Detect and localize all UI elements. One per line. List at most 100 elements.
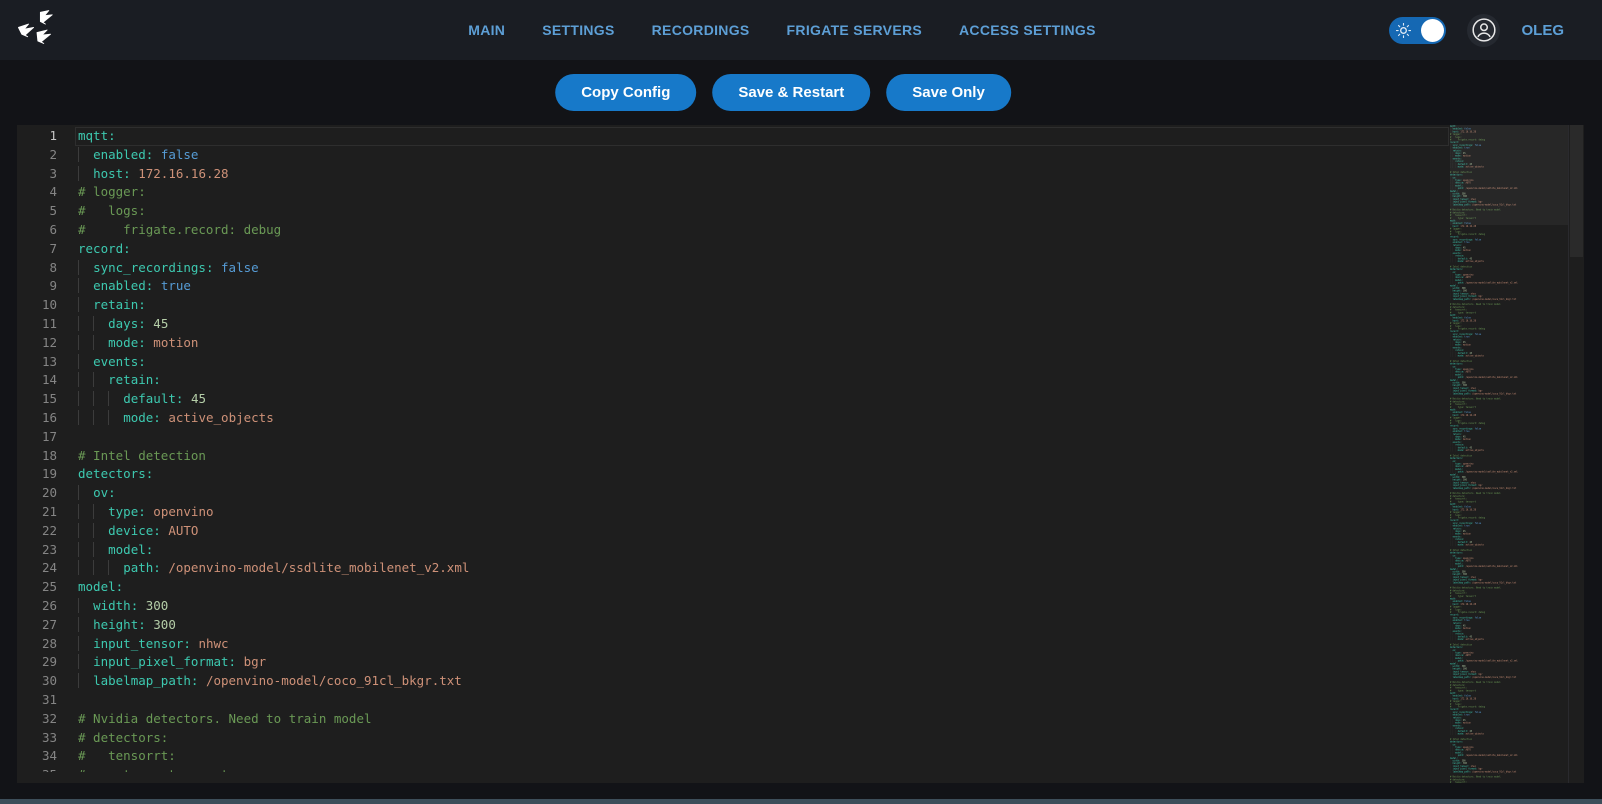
code-text: retain: xyxy=(57,371,1450,390)
config-editor[interactable]: 1mqtt:2 enabled: false3 host: 172.16.16.… xyxy=(17,125,1584,783)
code-line[interactable]: 16 mode: active_objects xyxy=(17,409,1450,428)
line-number: 21 xyxy=(17,503,57,522)
code-line[interactable]: 30 labelmap_path: /openvino-model/coco_9… xyxy=(17,672,1450,691)
code-line[interactable]: 35# type: tensorrt xyxy=(17,766,1450,772)
line-number: 26 xyxy=(17,597,57,616)
horizontal-page-scrollbar[interactable] xyxy=(0,799,1602,804)
code-line[interactable]: 8 sync_recordings: false xyxy=(17,259,1450,278)
code-line[interactable]: 34# tensorrt: xyxy=(17,747,1450,766)
theme-toggle[interactable] xyxy=(1389,17,1446,44)
code-text: # logs: xyxy=(57,202,1450,221)
code-text: # detectors: xyxy=(57,729,1450,748)
line-number: 15 xyxy=(17,390,57,409)
line-number: 32 xyxy=(17,710,57,729)
editor-scrollbar[interactable] xyxy=(1570,125,1583,257)
nav-item-frigate-servers[interactable]: FRIGATE SERVERS xyxy=(787,22,922,38)
code-line[interactable]: 15 default: 45 xyxy=(17,390,1450,409)
code-text: mqtt: xyxy=(57,127,1450,146)
save-only-button[interactable]: Save Only xyxy=(886,74,1011,111)
code-text: enabled: false xyxy=(57,146,1450,165)
code-line[interactable]: 31 xyxy=(17,691,1450,710)
minimap[interactable]: mqtt: enabled: false host: 172.16.16.28#… xyxy=(1450,125,1568,783)
code-line[interactable]: 32# Nvidia detectors. Need to train mode… xyxy=(17,710,1450,729)
code-text: retain: xyxy=(57,296,1450,315)
code-line[interactable]: 11 days: 45 xyxy=(17,315,1450,334)
line-number: 6 xyxy=(17,221,57,240)
code-text: model: xyxy=(57,578,1450,597)
line-number: 19 xyxy=(17,465,57,484)
code-line[interactable]: 6# frigate.record: debug xyxy=(17,221,1450,240)
nav-item-access-settings[interactable]: ACCESS SETTINGS xyxy=(959,22,1096,38)
code-line[interactable]: 29 input_pixel_format: bgr xyxy=(17,653,1450,672)
code-line[interactable]: 17 xyxy=(17,428,1450,447)
frigate-bird-icon xyxy=(15,8,59,52)
code-text xyxy=(57,691,1450,710)
nav-item-settings[interactable]: SETTINGS xyxy=(542,22,614,38)
line-number: 12 xyxy=(17,334,57,353)
line-number: 22 xyxy=(17,522,57,541)
code-line[interactable]: 13 events: xyxy=(17,353,1450,372)
code-text: record: xyxy=(57,240,1450,259)
user-avatar[interactable] xyxy=(1467,14,1500,47)
copy-config-button[interactable]: Copy Config xyxy=(555,74,696,111)
code-lines[interactable]: 1mqtt:2 enabled: false3 host: 172.16.16.… xyxy=(17,127,1450,772)
code-text: ov: xyxy=(57,484,1450,503)
line-number: 16 xyxy=(17,409,57,428)
code-line[interactable]: 9 enabled: true xyxy=(17,277,1450,296)
code-line[interactable]: 28 input_tensor: nhwc xyxy=(17,635,1450,654)
nav-item-recordings[interactable]: RECORDINGS xyxy=(652,22,750,38)
line-number: 17 xyxy=(17,428,57,447)
code-line[interactable]: 14 retain: xyxy=(17,371,1450,390)
line-number: 9 xyxy=(17,277,57,296)
code-text: model: xyxy=(57,541,1450,560)
minimap-viewport xyxy=(1450,125,1568,225)
code-line[interactable]: 10 retain: xyxy=(17,296,1450,315)
code-line[interactable]: 25model: xyxy=(17,578,1450,597)
code-line[interactable]: 7record: xyxy=(17,240,1450,259)
editor-scrollbar-divider xyxy=(1568,125,1569,783)
code-line[interactable]: 33# detectors: xyxy=(17,729,1450,748)
code-text: path: /openvino-model/ssdlite_mobilenet_… xyxy=(57,559,1450,578)
minimap-line: # tensorrt: xyxy=(1450,781,1568,783)
sun-icon xyxy=(1396,23,1411,38)
save-restart-button[interactable]: Save & Restart xyxy=(712,74,870,111)
line-number: 11 xyxy=(17,315,57,334)
main-nav: MAIN SETTINGS RECORDINGS FRIGATE SERVERS ACC… xyxy=(468,22,1096,38)
code-text: # frigate.record: debug xyxy=(57,221,1450,240)
line-number: 25 xyxy=(17,578,57,597)
code-line[interactable]: 22 device: AUTO xyxy=(17,522,1450,541)
code-line[interactable]: 2 enabled: false xyxy=(17,146,1450,165)
line-number: 14 xyxy=(17,371,57,390)
code-text: # Nvidia detectors. Need to train model xyxy=(57,710,1450,729)
code-line[interactable]: 19detectors: xyxy=(17,465,1450,484)
line-number: 3 xyxy=(17,165,57,184)
header-right-group: OLEG xyxy=(1389,14,1602,47)
code-line[interactable]: 12 mode: motion xyxy=(17,334,1450,353)
line-number: 7 xyxy=(17,240,57,259)
frigate-logo[interactable] xyxy=(14,7,60,53)
line-number: 30 xyxy=(17,672,57,691)
code-line[interactable]: 24 path: /openvino-model/ssdlite_mobilen… xyxy=(17,559,1450,578)
code-text: # logger: xyxy=(57,183,1450,202)
nav-item-main[interactable]: MAIN xyxy=(468,22,505,38)
code-line[interactable]: 27 height: 300 xyxy=(17,616,1450,635)
code-line[interactable]: 18# Intel detection xyxy=(17,447,1450,466)
line-number: 27 xyxy=(17,616,57,635)
line-number: 23 xyxy=(17,541,57,560)
code-text: # type: tensorrt xyxy=(57,766,1450,772)
line-number: 8 xyxy=(17,259,57,278)
code-line[interactable]: 21 type: openvino xyxy=(17,503,1450,522)
code-line[interactable]: 3 host: 172.16.16.28 xyxy=(17,165,1450,184)
code-line[interactable]: 5# logs: xyxy=(17,202,1450,221)
username[interactable]: OLEG xyxy=(1521,22,1564,39)
line-number: 24 xyxy=(17,559,57,578)
code-line[interactable]: 20 ov: xyxy=(17,484,1450,503)
code-line[interactable]: 1mqtt: xyxy=(17,127,1450,146)
line-number: 13 xyxy=(17,353,57,372)
code-line[interactable]: 26 width: 300 xyxy=(17,597,1450,616)
code-line[interactable]: 23 model: xyxy=(17,541,1450,560)
line-number: 29 xyxy=(17,653,57,672)
code-text: height: 300 xyxy=(57,616,1450,635)
code-line[interactable]: 4# logger: xyxy=(17,183,1450,202)
code-text: days: 45 xyxy=(57,315,1450,334)
